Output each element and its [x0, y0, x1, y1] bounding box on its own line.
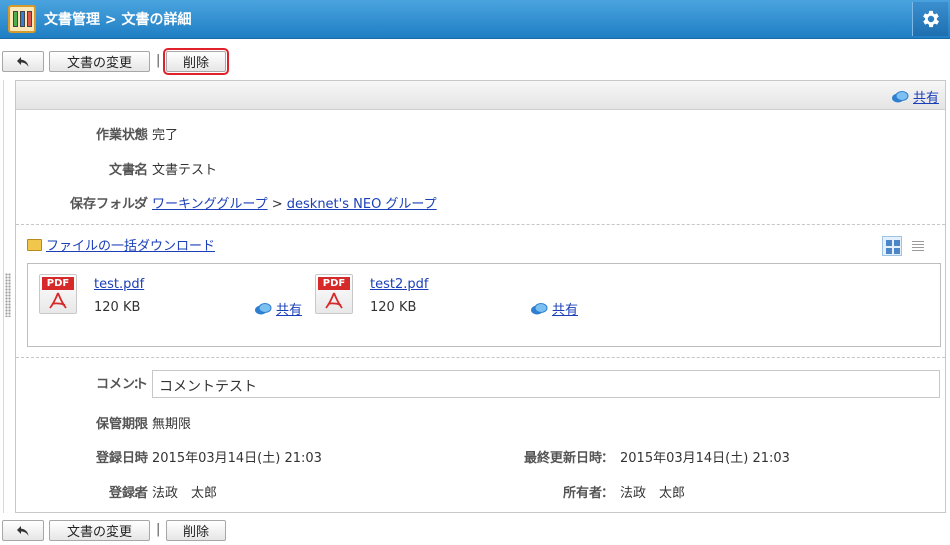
attachment-size: 120 KB: [370, 300, 417, 315]
colon: ：: [133, 197, 147, 212]
share-label: 共有: [912, 91, 939, 106]
owner-label: 所有者: [562, 486, 602, 501]
document-detail-panel: 共有 作業状態 ： 完了 文書名 ： 文書テスト 保存フォルダ ： ワーキンググ…: [15, 80, 946, 513]
page-title: 文書管理 > 文書の詳細: [44, 12, 192, 28]
colon: ：: [601, 451, 615, 466]
pdf-file-icon[interactable]: PDF: [39, 274, 77, 314]
share-icon: [255, 302, 272, 314]
folder-path: ワーキンググループ > desknet's NEO グループ: [152, 193, 437, 212]
status-value: 完了: [152, 128, 179, 143]
bottom-toolbar: 文書の変更 | 削除: [0, 520, 950, 542]
people-row: 登録者 ： 法政 太郎 所有者 ： 法政 太郎: [16, 482, 945, 502]
document-name-value: 文書テスト: [152, 163, 218, 178]
updated-label: 最終更新日時: [523, 451, 602, 466]
registrant-value: 法政 太郎: [152, 486, 218, 501]
back-arrow-icon: [17, 525, 29, 536]
status-row: 作業状態 ： 完了: [16, 124, 945, 144]
app-header: 文書管理 > 文書の詳細: [0, 0, 950, 39]
attachment-share-link[interactable]: 共有: [530, 299, 578, 318]
edit-document-button[interactable]: 文書の変更: [49, 520, 150, 541]
top-toolbar: 文書の変更 | 削除: [0, 48, 950, 75]
attachment-share-link[interactable]: 共有: [254, 299, 302, 318]
comment-text: コメントテスト: [152, 370, 940, 398]
attachment-name-link[interactable]: test2.pdf: [370, 277, 428, 292]
folder-download-icon: [27, 238, 42, 251]
edit-document-button[interactable]: 文書の変更: [49, 51, 150, 72]
retention-value: 無期限: [152, 417, 192, 432]
delete-button[interactable]: 削除: [163, 48, 229, 75]
folder-link-desknets-group[interactable]: desknet's NEO グループ: [287, 197, 437, 212]
gear-icon[interactable]: [912, 2, 948, 36]
list-view-icon[interactable]: [912, 241, 924, 252]
retention-row: 保管期限 ： 無期限: [16, 413, 945, 433]
updated-value: 2015年03月14日(土) 21:03: [620, 451, 790, 466]
share-icon: [891, 90, 909, 102]
toolbar-separator: |: [156, 53, 161, 68]
attachment-list: PDF test.pdf 120 KB 共有 PDF test2.pdf 120…: [27, 263, 941, 347]
delete-button[interactable]: 削除: [166, 520, 226, 541]
colon: ：: [133, 377, 147, 392]
folder-row: 保存フォルダ ： ワーキンググループ > desknet's NEO グループ: [16, 193, 945, 213]
panel-share-link[interactable]: 共有: [891, 87, 939, 106]
colon: ：: [133, 128, 147, 143]
divider: [16, 357, 945, 358]
back-button[interactable]: [2, 520, 44, 541]
share-icon: [531, 302, 548, 314]
folder-link-working-group[interactable]: ワーキンググループ: [152, 197, 268, 212]
panel-header: 共有: [16, 81, 945, 110]
pdf-file-icon[interactable]: PDF: [315, 274, 353, 314]
attachment-item: PDF test.pdf 120 KB 共有: [39, 272, 309, 332]
folder-path-separator: >: [271, 197, 283, 212]
divider: [16, 224, 945, 225]
resize-grip-icon[interactable]: [5, 273, 11, 317]
bulk-download-link[interactable]: ファイルの一括ダウンロード: [27, 235, 215, 254]
bulk-download-label: ファイルの一括ダウンロード: [46, 239, 216, 254]
colon: ：: [133, 486, 147, 501]
colon: ：: [601, 486, 615, 501]
binders-icon[interactable]: [8, 5, 36, 33]
attachment-size: 120 KB: [94, 300, 141, 315]
dates-row: 登録日時 ： 2015年03月14日(土) 21:03 最終更新日時 ： 201…: [16, 447, 945, 467]
colon: ：: [133, 451, 147, 466]
registered-value: 2015年03月14日(土) 21:03: [152, 451, 322, 466]
name-row: 文書名 ： 文書テスト: [16, 159, 945, 179]
attachment-name-link[interactable]: test.pdf: [94, 277, 144, 292]
colon: ：: [133, 163, 147, 178]
colon: ：: [133, 417, 147, 432]
attachment-item: PDF test2.pdf 120 KB 共有: [315, 272, 585, 332]
owner-value: 法政 太郎: [620, 486, 686, 501]
back-button[interactable]: [2, 51, 44, 72]
grid-view-icon[interactable]: [882, 236, 902, 256]
toolbar-separator: |: [156, 522, 161, 537]
back-arrow-icon: [17, 56, 29, 67]
